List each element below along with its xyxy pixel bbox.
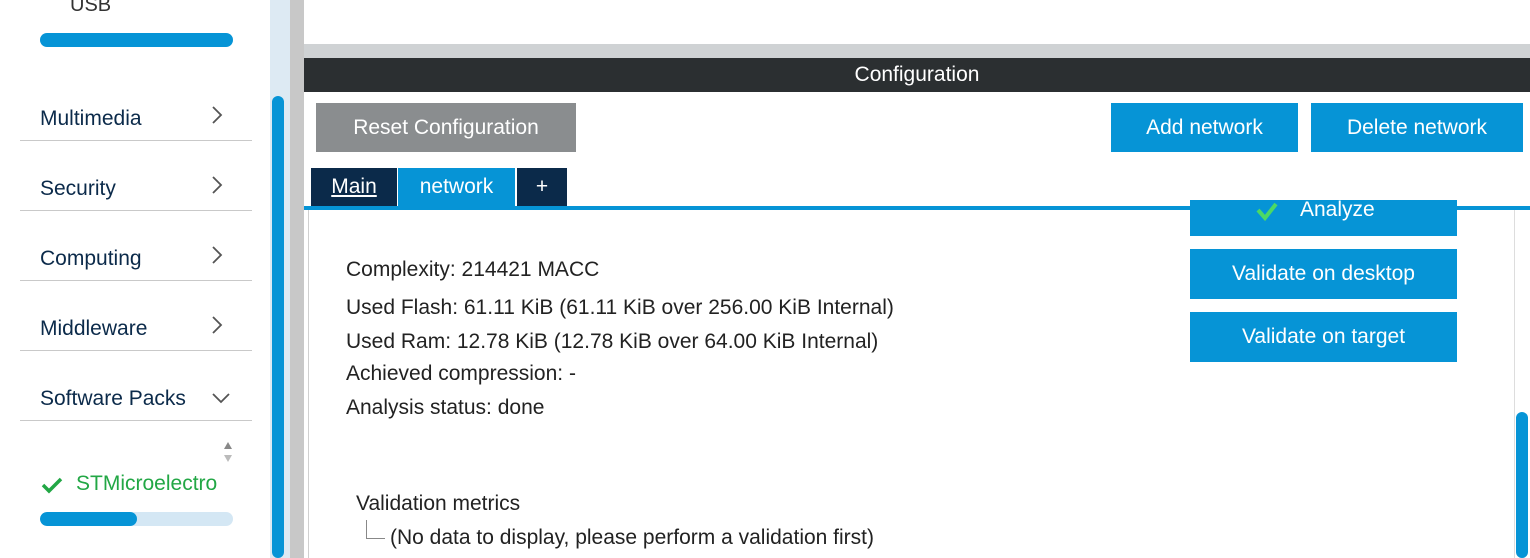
sidebar-item-label: Computing [40, 247, 142, 270]
tree-connector [366, 520, 385, 539]
chevron-right-icon [212, 316, 223, 334]
software-pack-stmicroelectronics[interactable]: STMicroelectro [76, 472, 217, 496]
tab-main[interactable]: Main [311, 168, 397, 206]
tab-add[interactable]: + [517, 168, 567, 206]
configuration-header: Configuration [304, 58, 1530, 92]
complexity-text: Complexity: 214421 MACC [346, 258, 600, 281]
analyze-check-icon [1256, 202, 1278, 222]
chevron-down-icon [212, 393, 230, 404]
used-flash-text: Used Flash: 61.11 KiB (61.11 KiB over 25… [346, 296, 894, 319]
sidebar-item-multimedia[interactable]: Multimedia [20, 71, 252, 141]
tab-network[interactable]: network [398, 168, 515, 206]
chevron-right-icon [212, 246, 223, 264]
chevron-right-icon [212, 176, 223, 194]
analyze-label: Analyze [1300, 200, 1375, 221]
add-network-button[interactable]: Add network [1111, 103, 1298, 152]
compression-text: Achieved compression: - [346, 362, 576, 385]
sidebar-item-label: Security [40, 177, 116, 200]
top-area [304, 0, 1530, 44]
sidebar-item-label: Multimedia [40, 107, 142, 130]
panel-splitter[interactable] [290, 0, 304, 558]
check-icon [41, 477, 63, 494]
analysis-status-text: Analysis status: done [346, 396, 545, 419]
scroll-arrows-icon[interactable] [222, 440, 234, 464]
validation-empty-note: (No data to display, please perform a va… [390, 526, 875, 549]
analyze-button[interactable]: Analyze [1190, 200, 1457, 236]
sidebar-item-middleware[interactable]: Middleware [20, 281, 252, 351]
delete-network-button[interactable]: Delete network [1311, 103, 1523, 152]
sidebar-item-label: Middleware [40, 317, 148, 340]
sidebar-item-security[interactable]: Security [20, 141, 252, 211]
validation-metrics-title: Validation metrics [356, 492, 521, 515]
reset-configuration-button[interactable]: Reset Configuration [316, 103, 576, 152]
usb-progress-bar [40, 33, 233, 47]
software-pack-progress [40, 512, 233, 526]
used-ram-text: Used Ram: 12.78 KiB (12.78 KiB over 64.0… [346, 330, 879, 353]
usb-label: USB [70, 0, 112, 16]
sidebar: USB Multimedia Security Computing Middle… [0, 0, 272, 558]
validate-on-target-button[interactable]: Validate on target [1190, 312, 1457, 362]
validate-on-desktop-button[interactable]: Validate on desktop [1190, 249, 1457, 299]
content-scrollbar-thumb[interactable] [1516, 412, 1528, 558]
sidebar-item-software-packs[interactable]: Software Packs [20, 351, 252, 421]
sidebar-item-computing[interactable]: Computing [20, 211, 252, 281]
separator [304, 44, 1530, 58]
progress-fill [40, 512, 137, 526]
sidebar-item-label: Software Packs [40, 387, 186, 410]
chevron-right-icon [212, 106, 223, 124]
sidebar-scrollbar-thumb[interactable] [272, 96, 284, 558]
